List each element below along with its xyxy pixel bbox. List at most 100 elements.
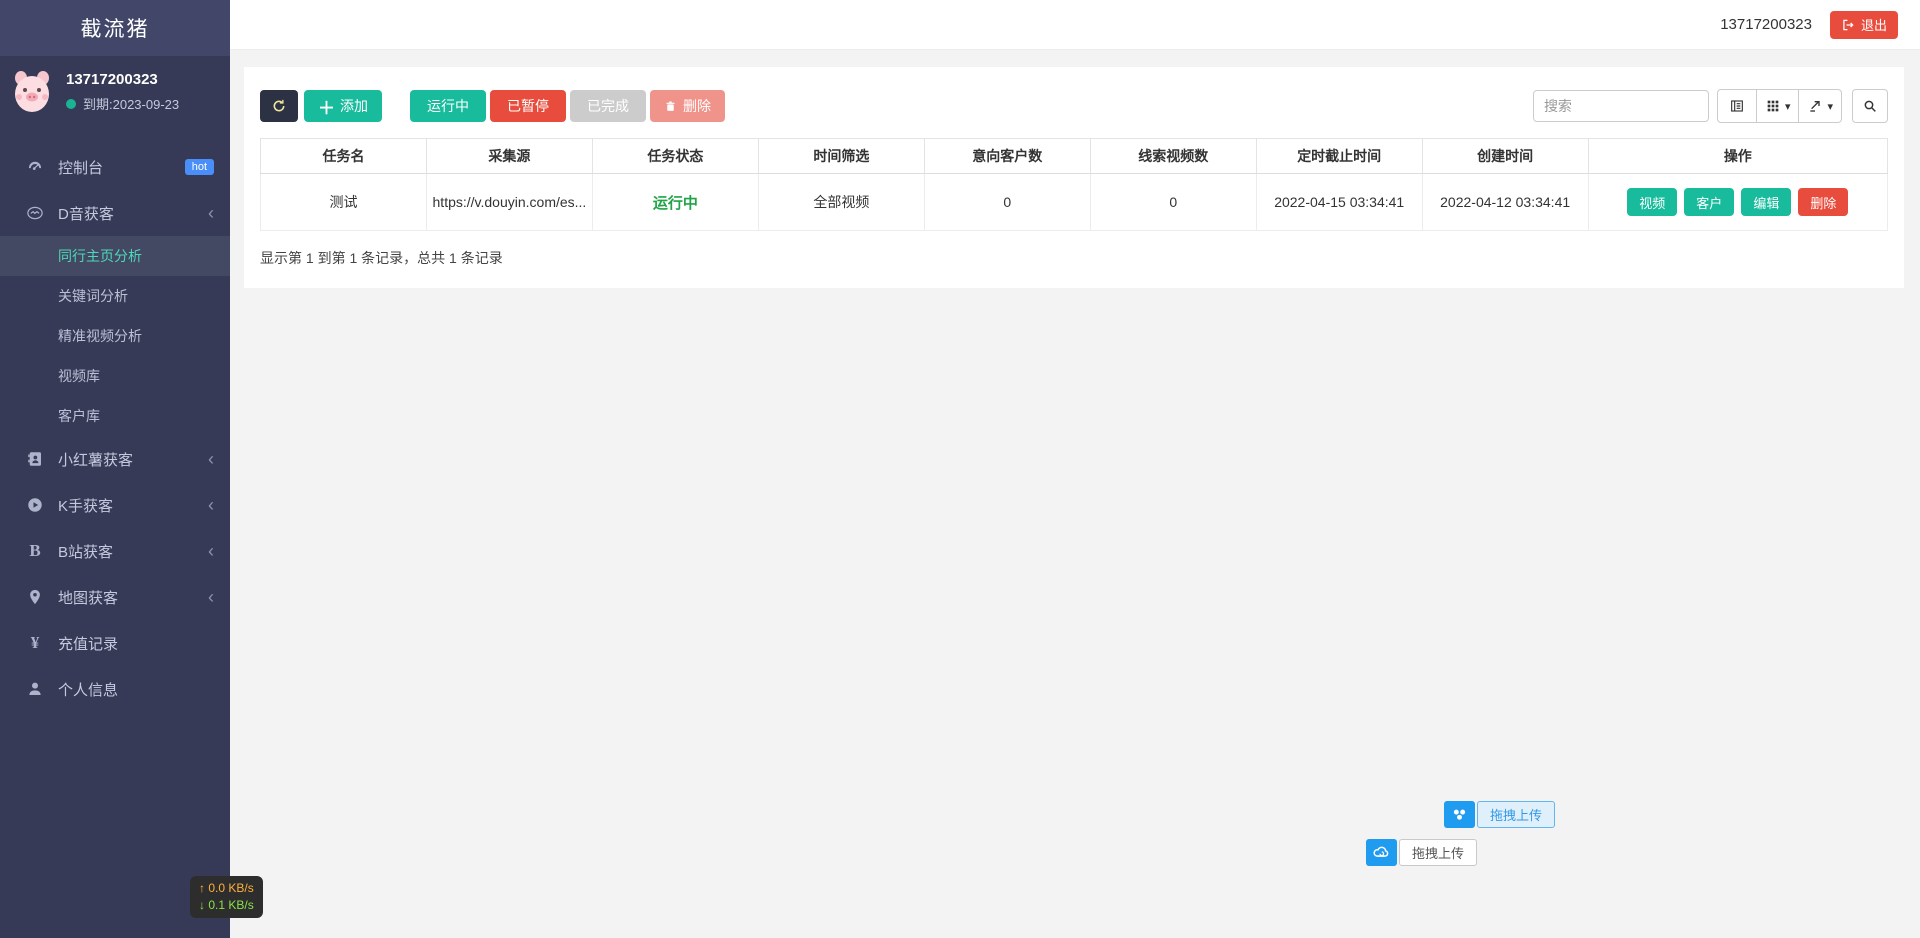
user-panel: 13717200323 到期:2023-09-23	[0, 56, 230, 130]
cell-time-filter: 全部视频	[758, 174, 924, 231]
submenu-label: 同行主页分析	[58, 246, 142, 266]
network-speed-indicator: ↑ 0.0 KB/s ↓ 0.1 KB/s	[190, 876, 263, 918]
filter-running-button[interactable]: 运行中	[410, 90, 486, 122]
sidebar-subitem-peer-homepage[interactable]: 同行主页分析	[0, 236, 230, 276]
drag-upload-widget-netdisk[interactable]: 拖拽上传	[1444, 801, 1555, 828]
submenu-label: 精准视频分析	[58, 326, 142, 346]
logout-icon	[1841, 18, 1855, 32]
sidebar-item-map[interactable]: 地图获客 ‹	[0, 574, 230, 620]
col-lead-videos: 线索视频数	[1090, 139, 1256, 174]
trash-icon	[664, 100, 677, 113]
grid-view-icon	[1765, 98, 1781, 114]
play-circle-icon	[24, 496, 46, 514]
user-avatar	[8, 68, 56, 116]
handshake-icon	[24, 204, 46, 222]
sidebar-item-xiaohongshu[interactable]: 小红薯获客 ‹	[0, 436, 230, 482]
col-time-filter: 时间筛选	[758, 139, 924, 174]
search-input[interactable]	[1533, 90, 1709, 122]
sidebar-item-label: 充值记录	[58, 633, 214, 654]
col-status: 任务状态	[592, 139, 758, 174]
view-toggle-group: ▾ ▾	[1717, 89, 1842, 123]
sidebar-item-bilibili[interactable]: B B站获客 ‹	[0, 528, 230, 574]
douyin-submenu: 同行主页分析 关键词分析 精准视频分析 视频库 客户库	[0, 236, 230, 436]
grid-view-button[interactable]: ▾	[1757, 89, 1800, 123]
dashboard-icon	[24, 158, 46, 176]
col-created: 创建时间	[1422, 139, 1588, 174]
col-intent-customers: 意向客户数	[924, 139, 1090, 174]
filter-paused-button[interactable]: 已暂停	[490, 90, 566, 122]
sidebar-item-label: 个人信息	[58, 679, 214, 700]
row-video-button[interactable]: 视频	[1627, 188, 1677, 216]
search-button[interactable]	[1852, 89, 1888, 123]
detail-view-button[interactable]	[1717, 89, 1757, 123]
netdisk-icon	[1444, 801, 1475, 828]
submenu-label: 客户库	[58, 406, 100, 426]
sidebar-subitem-keyword[interactable]: 关键词分析	[0, 276, 230, 316]
drag-upload-widget-cloud[interactable]: 拖拽上传	[1366, 839, 1477, 866]
upload-arrow-icon: ↑	[199, 881, 205, 895]
sidebar-subitem-video-library[interactable]: 视频库	[0, 356, 230, 396]
col-source: 采集源	[426, 139, 592, 174]
sidebar: 截流猪 13717200323 到期:2023-09-23	[0, 0, 230, 938]
sidebar-item-kuaishou[interactable]: K手获客 ‹	[0, 482, 230, 528]
chevron-left-icon: ‹	[208, 496, 214, 514]
main-panel: ＋ 添加 运行中 已暂停 已完成 删除 ▾	[244, 67, 1904, 288]
download-speed: 0.1 KB/s	[208, 898, 253, 912]
cell-actions: 视频 客户 编辑 删除	[1588, 174, 1887, 231]
cloud-upload-icon	[1366, 839, 1397, 866]
drag-upload-button[interactable]: 拖拽上传	[1399, 839, 1477, 866]
col-actions: 操作	[1588, 139, 1887, 174]
person-icon	[24, 680, 46, 698]
sidebar-item-label: K手获客	[58, 495, 208, 516]
toolbar: ＋ 添加 运行中 已暂停 已完成 删除 ▾	[260, 89, 1888, 123]
add-button[interactable]: ＋ 添加	[304, 90, 382, 122]
cell-lead-videos: 0	[1090, 174, 1256, 231]
caret-down-icon: ▾	[1785, 100, 1791, 113]
drag-upload-button[interactable]: 拖拽上传	[1477, 801, 1555, 828]
filter-done-button[interactable]: 已完成	[570, 90, 646, 122]
sidebar-subitem-precise-video[interactable]: 精准视频分析	[0, 316, 230, 356]
cell-source: https://v.douyin.com/es...	[426, 174, 592, 231]
sidebar-item-console[interactable]: 控制台 hot	[0, 144, 230, 190]
sidebar-subitem-customer-library[interactable]: 客户库	[0, 396, 230, 436]
yen-icon: ¥	[24, 633, 46, 653]
export-icon	[1807, 98, 1823, 114]
refresh-icon	[271, 98, 287, 114]
detail-view-icon	[1729, 98, 1745, 114]
export-button[interactable]: ▾	[1799, 89, 1842, 123]
sidebar-item-label: 地图获客	[58, 587, 208, 608]
cell-task-name: 测试	[261, 174, 427, 231]
sidebar-item-label: 小红薯获客	[58, 449, 208, 470]
sidebar-item-label: D音获客	[58, 203, 208, 224]
chevron-left-icon: ‹	[208, 588, 214, 606]
logout-button[interactable]: 退出	[1830, 11, 1898, 39]
user-expiry: 到期:2023-09-23	[83, 94, 179, 113]
row-customer-button[interactable]: 客户	[1684, 188, 1734, 216]
sidebar-item-profile[interactable]: 个人信息	[0, 666, 230, 712]
letter-b-icon: B	[24, 541, 46, 561]
map-pin-icon	[24, 588, 46, 606]
status-badge: 运行中	[653, 195, 698, 212]
cell-created: 2022-04-12 03:34:41	[1422, 174, 1588, 231]
status-filter-group: 运行中 已暂停 已完成 删除	[410, 90, 725, 122]
submenu-label: 视频库	[58, 366, 100, 386]
upload-speed: 0.0 KB/s	[208, 881, 253, 895]
chevron-left-icon: ‹	[208, 542, 214, 560]
row-delete-button[interactable]: 删除	[1798, 188, 1848, 216]
cell-intent-customers: 0	[924, 174, 1090, 231]
sidebar-item-douyin[interactable]: D音获客 ‹	[0, 190, 230, 236]
sidebar-item-recharge[interactable]: ¥ 充值记录	[0, 620, 230, 666]
refresh-button[interactable]	[260, 90, 298, 122]
row-edit-button[interactable]: 编辑	[1741, 188, 1791, 216]
caret-down-icon: ▾	[1827, 100, 1833, 113]
sidebar-menu: 控制台 hot D音获客 ‹ 同行主页分析 关键词分析 精准视频分析 视频库	[0, 144, 230, 712]
address-book-icon	[24, 450, 46, 468]
chevron-left-icon: ‹	[208, 204, 214, 222]
task-table: 任务名 采集源 任务状态 时间筛选 意向客户数 线索视频数 定时截止时间 创建时…	[260, 138, 1888, 231]
status-dot-icon	[66, 99, 76, 109]
table-header-row: 任务名 采集源 任务状态 时间筛选 意向客户数 线索视频数 定时截止时间 创建时…	[261, 139, 1888, 174]
topbar: 13717200323 退出	[230, 0, 1920, 50]
table-row: 测试 https://v.douyin.com/es... 运行中 全部视频 0…	[261, 174, 1888, 231]
sidebar-item-label: 控制台	[58, 157, 185, 178]
delete-button[interactable]: 删除	[650, 90, 725, 122]
